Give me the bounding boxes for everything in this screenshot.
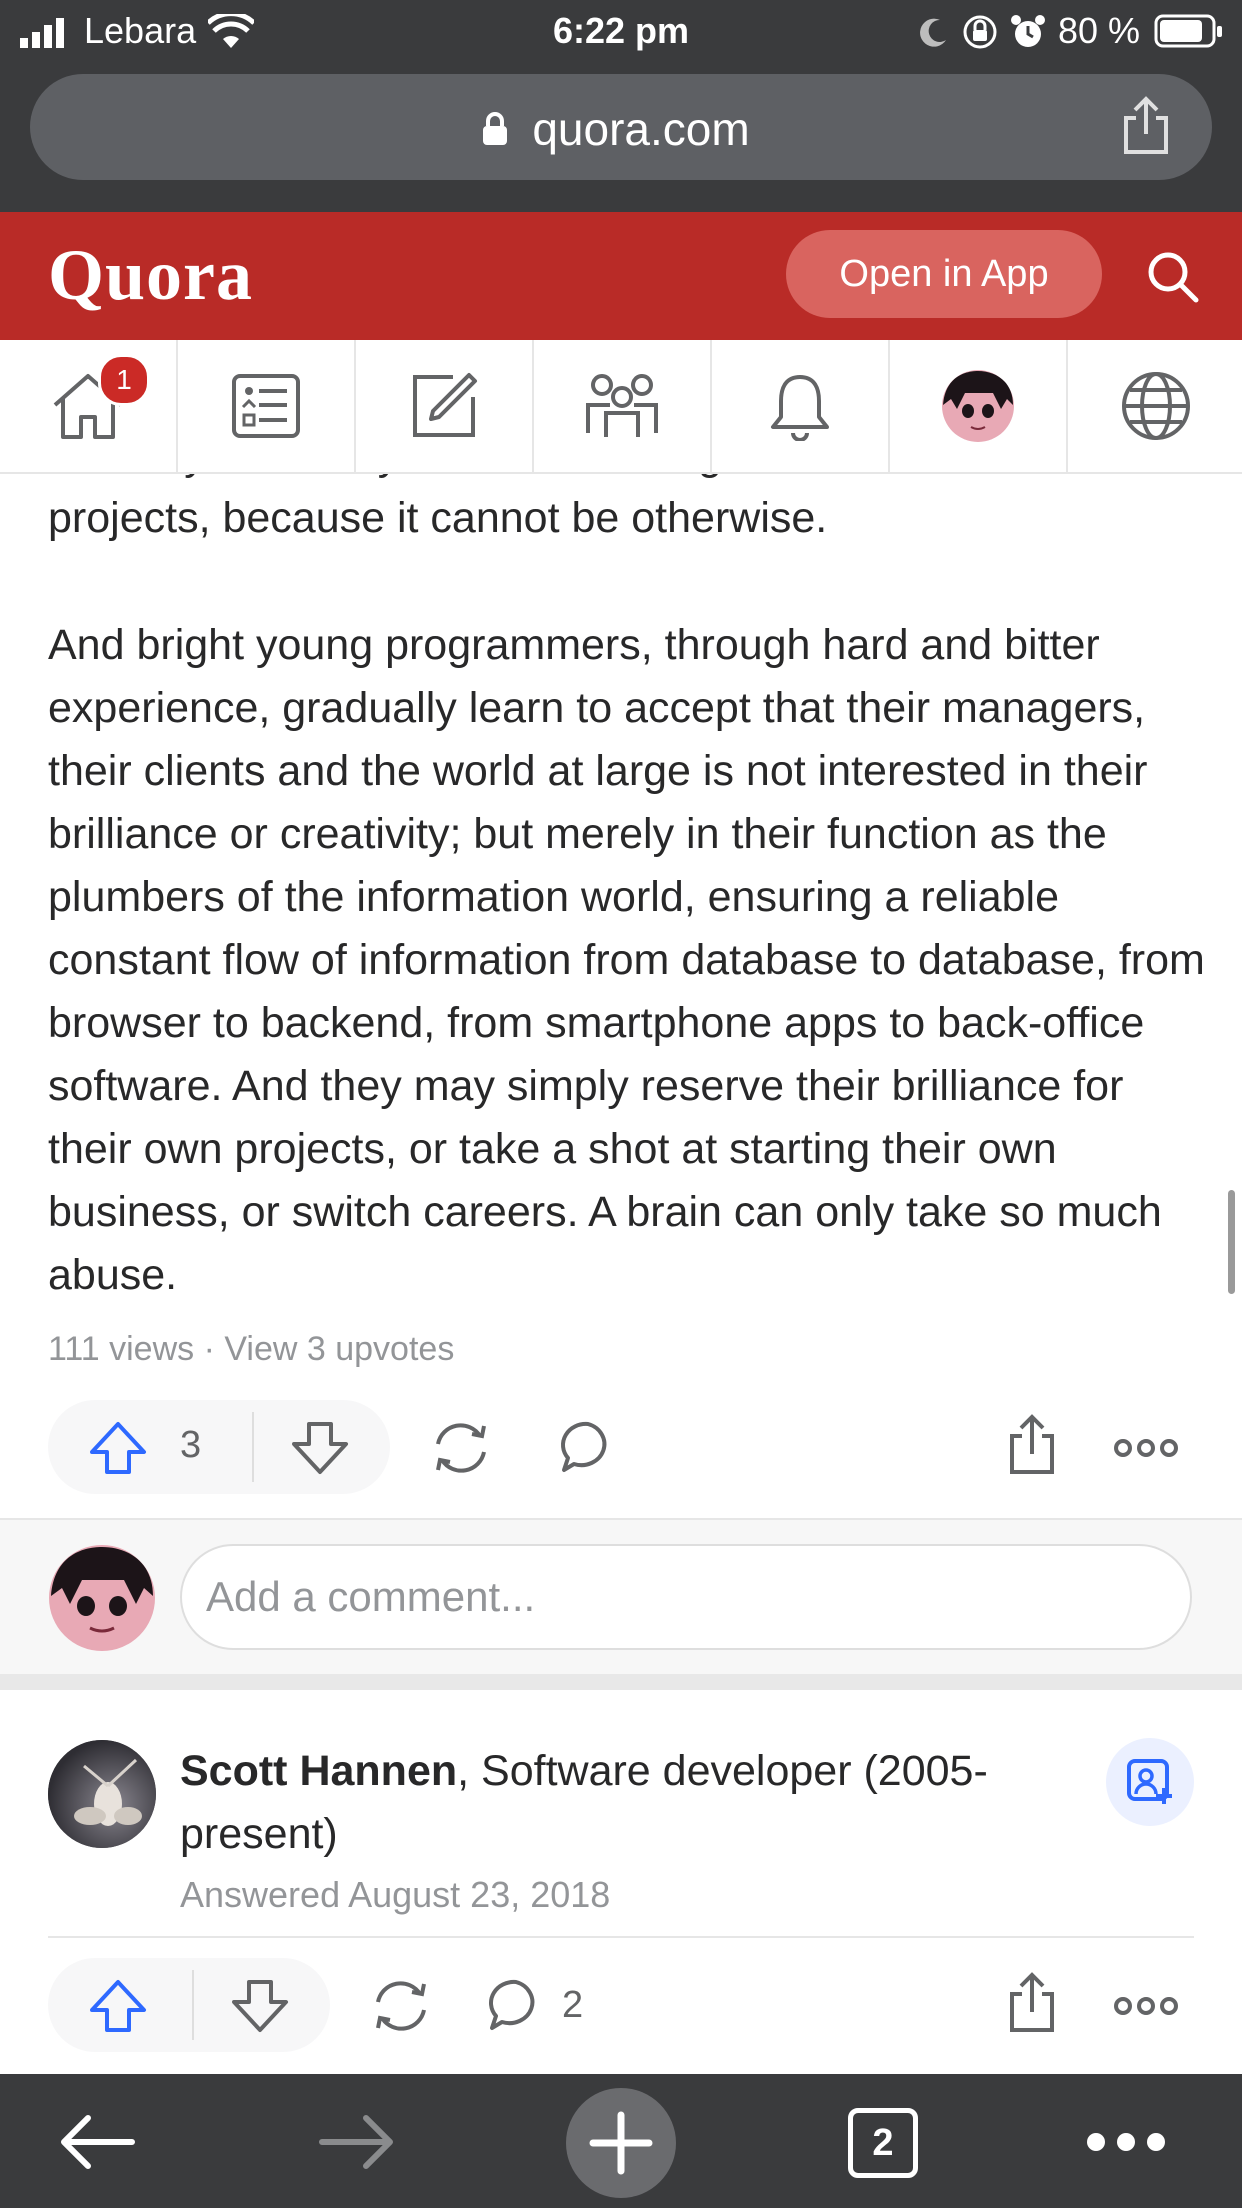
quora-header: Quora Open in App <box>0 212 1242 340</box>
more-options-icon[interactable] <box>1114 1438 1178 1458</box>
comment-icon[interactable] <box>488 1978 544 2034</box>
alarm-icon <box>1011 15 1045 47</box>
people-icon <box>586 374 658 437</box>
url-field[interactable]: quora.com <box>30 74 1212 180</box>
upvote-count: 3 <box>180 1424 202 1466</box>
notification-badge: 1 <box>98 354 150 406</box>
battery-icon <box>1154 14 1222 48</box>
battery-percent: 80 % <box>1058 10 1141 51</box>
downvote-icon[interactable] <box>290 1420 350 1476</box>
comment-input[interactable] <box>180 1544 1192 1650</box>
author-name[interactable]: Scott Hannen <box>180 1747 457 1795</box>
forward-arrow-icon[interactable] <box>318 2114 396 2170</box>
moon-icon <box>920 18 946 47</box>
rotation-lock-icon <box>963 15 997 49</box>
globe-icon <box>1122 372 1190 440</box>
tab-following[interactable] <box>178 340 356 472</box>
share-icon[interactable] <box>1006 1414 1058 1476</box>
comment-composer <box>0 1518 1242 1676</box>
follow-author-button[interactable] <box>1106 1738 1194 1826</box>
add-person-icon <box>1127 1759 1172 1804</box>
bell-icon <box>771 375 829 441</box>
quora-logo[interactable]: Quora <box>48 234 253 317</box>
feed-list-icon <box>232 374 300 438</box>
tab-answer[interactable] <box>356 340 534 472</box>
share-reshare-icon[interactable] <box>370 1976 432 2036</box>
browser-toolbar: 2 <box>0 2074 1242 2208</box>
answer-date[interactable]: Answered August 23, 2018 <box>180 1874 610 1916</box>
status-bar: Lebara 6:22 pm 80 % <box>0 0 1242 64</box>
tabs-count-button[interactable]: 2 <box>848 2108 918 2178</box>
nav-tabs: 1 <box>0 340 1242 474</box>
divider <box>48 1936 1194 1938</box>
more-menu-icon[interactable] <box>1084 2130 1168 2154</box>
vote-group <box>48 1958 330 2052</box>
url-text: quora.com <box>532 103 750 155</box>
edit-icon <box>413 373 477 437</box>
upvote-icon[interactable] <box>88 1978 148 2034</box>
tab-notifications[interactable] <box>712 340 890 472</box>
back-arrow-icon[interactable] <box>58 2114 136 2170</box>
open-in-app-button[interactable]: Open in App <box>786 230 1102 318</box>
more-options-icon[interactable] <box>1114 1996 1178 2016</box>
tab-home[interactable]: 1 <box>0 340 178 472</box>
plus-icon <box>589 2111 653 2175</box>
search-icon[interactable] <box>1146 250 1200 304</box>
comment-count: 2 <box>562 1984 584 2026</box>
upvote-icon[interactable] <box>88 1420 148 1476</box>
vote-divider <box>252 1412 254 1482</box>
tab-profile[interactable] <box>890 340 1068 472</box>
vote-group: 3 <box>48 1400 390 1494</box>
downvote-icon[interactable] <box>230 1978 290 2034</box>
avatar <box>49 1545 155 1651</box>
answer-stats[interactable]: 111 views · View 3 upvotes <box>48 1330 454 1369</box>
avatar <box>942 370 1014 442</box>
author-avatar[interactable] <box>48 1740 156 1848</box>
tab-language[interactable] <box>1068 340 1242 472</box>
vote-divider <box>192 1970 194 2040</box>
answer-paragraph: And bright young programmers, through ha… <box>48 621 1205 1299</box>
share-icon[interactable] <box>1120 96 1172 156</box>
clock: 6:22 pm <box>552 10 690 51</box>
tab-spaces[interactable] <box>534 340 712 472</box>
section-divider <box>0 1674 1242 1690</box>
share-icon[interactable] <box>1006 1972 1058 2034</box>
comment-icon[interactable] <box>560 1420 616 1476</box>
answer-content: intimacy is entirely absent from large-s… <box>48 474 1208 1334</box>
author-credential: Scott Hannen, Software developer (2005-p… <box>180 1740 1080 1866</box>
new-tab-button[interactable] <box>566 2088 676 2198</box>
share-reshare-icon[interactable] <box>430 1418 492 1478</box>
scroll-indicator <box>1228 1190 1235 1294</box>
browser-address-bar: quora.com <box>0 64 1242 212</box>
